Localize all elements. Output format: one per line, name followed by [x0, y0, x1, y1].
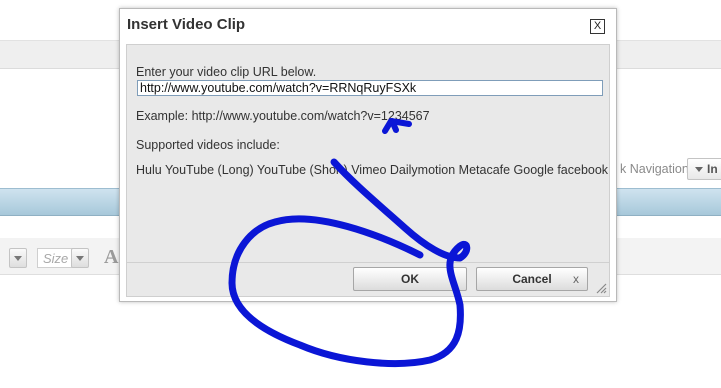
close-button[interactable]: X [590, 19, 605, 34]
supported-heading: Supported videos include: [136, 138, 280, 152]
example-url-text: Example: http://www.youtube.com/watch?v=… [136, 109, 430, 123]
navigation-dropdown-button[interactable]: In [687, 158, 721, 180]
cancel-button-label: Cancel [512, 272, 552, 286]
font-dropdown-arrow[interactable] [9, 248, 27, 268]
dialog-body: Enter your video clip URL below. Example… [126, 44, 610, 297]
cancel-x-icon: x [573, 272, 579, 286]
video-url-input[interactable] [137, 80, 603, 96]
dialog-title: Insert Video Clip [127, 16, 246, 33]
font-color-button[interactable]: A [104, 246, 118, 269]
button-bar-divider [127, 262, 609, 263]
url-prompt-label: Enter your video clip URL below. [136, 65, 317, 79]
supported-video-list: Hulu YouTube (Long) YouTube (Short) Vime… [136, 163, 609, 177]
size-dropdown-arrow[interactable] [71, 248, 89, 268]
resize-grip-icon[interactable] [595, 282, 607, 294]
insert-video-dialog: Insert Video Clip X Enter your video cli… [119, 8, 617, 302]
cancel-button[interactable]: Cancel x [476, 267, 588, 291]
ok-button[interactable]: OK [353, 267, 467, 291]
navigation-label: k Navigation [620, 162, 689, 176]
